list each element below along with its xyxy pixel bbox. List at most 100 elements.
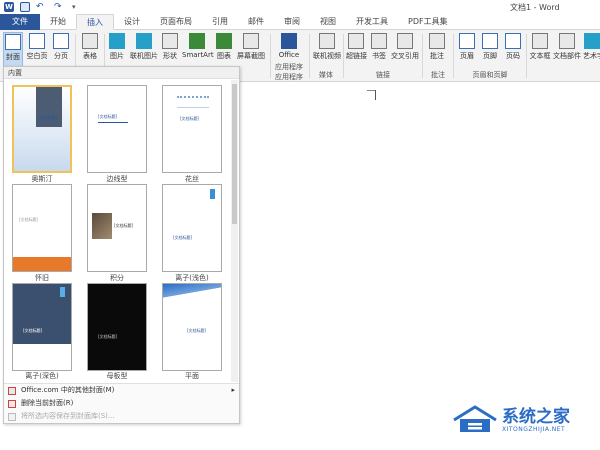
customize-qat-icon[interactable]: ▾	[72, 2, 82, 12]
cover-ion-dark-title: [文档标题]	[23, 328, 43, 333]
cross-reference-button[interactable]: 交叉引用	[391, 32, 419, 68]
quick-access-toolbar: W ↶ ↷ ▾	[4, 2, 82, 12]
group-label-apps: 应用程序	[275, 73, 303, 81]
smartart-button[interactable]: SmartArt	[182, 32, 214, 68]
page-number-button[interactable]: 页码	[503, 32, 523, 68]
cover-page-gallery: 内置 [文档标题] 奥斯汀 [文档标题] 边线型 [文档标题] 花丝 [文档标题…	[3, 66, 240, 424]
office-com-icon	[8, 387, 16, 395]
tab-developer[interactable]: 开发工具	[346, 14, 398, 30]
footer-icon	[482, 33, 498, 49]
more-covers-office-com[interactable]: Office.com 中的其他封面(M) ▸	[4, 384, 239, 397]
wordart-label: 艺术字	[583, 52, 600, 60]
header-icon	[459, 33, 475, 49]
cover-motion-label: 母板型	[106, 372, 128, 380]
screenshot-button[interactable]: 屏幕截图	[236, 32, 266, 68]
house-logo-icon	[453, 405, 497, 432]
gallery-scrollbar[interactable]	[231, 80, 238, 382]
tab-file[interactable]: 文件	[0, 14, 40, 30]
textbox-label: 文本框	[529, 52, 551, 60]
window-title: 文档1 - Word	[510, 3, 560, 12]
header-label: 页眉	[460, 52, 474, 60]
online-picture-label: 联机图片	[130, 52, 158, 60]
screenshot-label: 屏幕截图	[237, 52, 265, 60]
tab-home[interactable]: 开始	[40, 14, 76, 30]
video-icon	[319, 33, 335, 49]
page-break-icon	[53, 33, 69, 49]
gallery-heading: 内置	[4, 67, 239, 79]
cover-motion[interactable]: [文档标题]	[87, 283, 147, 371]
wordart-icon	[583, 33, 600, 49]
text-cursor	[375, 90, 376, 100]
cover-ion-dark-label: 离子(深色)	[25, 372, 59, 380]
screenshot-icon	[243, 33, 259, 49]
cross-reference-icon	[397, 33, 413, 49]
remove-current-cover[interactable]: 删除当前封面(R)	[4, 397, 239, 410]
save-to-gallery-label: 将所选内容保存到封面库(S)...	[21, 412, 115, 420]
cover-austin[interactable]: [文档标题]	[12, 85, 72, 173]
cover-integral[interactable]: [文档标题]	[87, 184, 147, 272]
group-separator	[309, 34, 310, 78]
cover-motion-title: [文档标题]	[98, 334, 118, 339]
hyperlink-icon	[348, 33, 364, 49]
tab-design[interactable]: 设计	[114, 14, 150, 30]
quick-parts-label: 文档部件	[553, 52, 581, 60]
hyperlink-button[interactable]: 超链接	[346, 32, 367, 68]
chart-button[interactable]: 图表	[215, 32, 233, 68]
blank-page-button[interactable]: 空白页	[25, 32, 49, 68]
cover-facet-title: [文档标题]	[187, 328, 207, 333]
comment-icon	[429, 33, 445, 49]
save-selection-to-cover-gallery[interactable]: 将所选内容保存到封面库(S)...	[4, 410, 239, 423]
cover-page-button[interactable]: 封面	[3, 32, 23, 68]
comment-button[interactable]: 批注	[427, 32, 447, 68]
group-label-links: 链接	[376, 71, 390, 79]
page-break-button[interactable]: 分页	[51, 32, 71, 68]
margin-mark	[367, 90, 375, 91]
cover-ion-dark[interactable]: [文档标题]	[12, 283, 72, 371]
tab-references[interactable]: 引用	[202, 14, 238, 30]
comment-label: 批注	[430, 52, 444, 60]
blank-page-label: 空白页	[26, 52, 48, 60]
footer-button[interactable]: 页脚	[480, 32, 500, 68]
save-icon[interactable]	[20, 2, 30, 12]
word-logo-icon: W	[4, 2, 14, 12]
scrollbar-thumb[interactable]	[232, 84, 237, 224]
document-canvas[interactable]	[240, 83, 600, 450]
page-break-label: 分页	[54, 52, 68, 60]
header-button[interactable]: 页眉	[457, 32, 477, 68]
cover-austin-title: [文档标题]	[38, 115, 58, 120]
page-number-icon	[505, 33, 521, 49]
quick-parts-button[interactable]: 文档部件	[553, 32, 581, 68]
tab-view[interactable]: 视图	[310, 14, 346, 30]
remove-cover-label: 删除当前封面(R)	[21, 399, 74, 407]
title-bar: W ↶ ↷ ▾ 文档1 - Word	[0, 0, 600, 14]
tab-pdf-tools[interactable]: PDF工具集	[398, 14, 458, 30]
cover-retrospect[interactable]: [文档标题]	[12, 184, 72, 272]
tab-mailings[interactable]: 邮件	[238, 14, 274, 30]
tab-insert[interactable]: 插入	[76, 14, 114, 30]
textbox-button[interactable]: 文本框	[529, 32, 551, 68]
wordart-button[interactable]: 艺术字	[583, 32, 600, 68]
undo-icon[interactable]: ↶	[36, 2, 48, 12]
picture-label: 图片	[110, 52, 124, 60]
picture-icon	[109, 33, 125, 49]
tab-page-layout[interactable]: 页面布局	[150, 14, 202, 30]
group-separator	[526, 34, 527, 78]
online-picture-button[interactable]: 联机图片	[129, 32, 159, 68]
group-separator	[343, 34, 344, 78]
shapes-button[interactable]: 形状	[161, 32, 179, 68]
more-covers-label: Office.com 中的其他封面(M)	[21, 386, 115, 394]
cover-filigree[interactable]: [文档标题]	[162, 85, 222, 173]
cover-sideline-title: [文档标题]	[98, 114, 118, 119]
cover-austin-label: 奥斯汀	[31, 175, 53, 183]
tab-review[interactable]: 审阅	[274, 14, 310, 30]
online-video-button[interactable]: 联机视频	[313, 32, 341, 68]
table-button[interactable]: 表格	[79, 32, 101, 68]
bookmark-button[interactable]: 书签	[370, 32, 388, 68]
redo-icon[interactable]: ↷	[54, 2, 66, 12]
cover-facet[interactable]: [文档标题]	[162, 283, 222, 371]
smartart-icon	[189, 33, 205, 49]
group-label-media: 媒体	[319, 71, 333, 79]
cover-sideline[interactable]: [文档标题]	[87, 85, 147, 173]
picture-button[interactable]: 图片	[108, 32, 126, 68]
cover-ion-light[interactable]: [文档标题]	[162, 184, 222, 272]
